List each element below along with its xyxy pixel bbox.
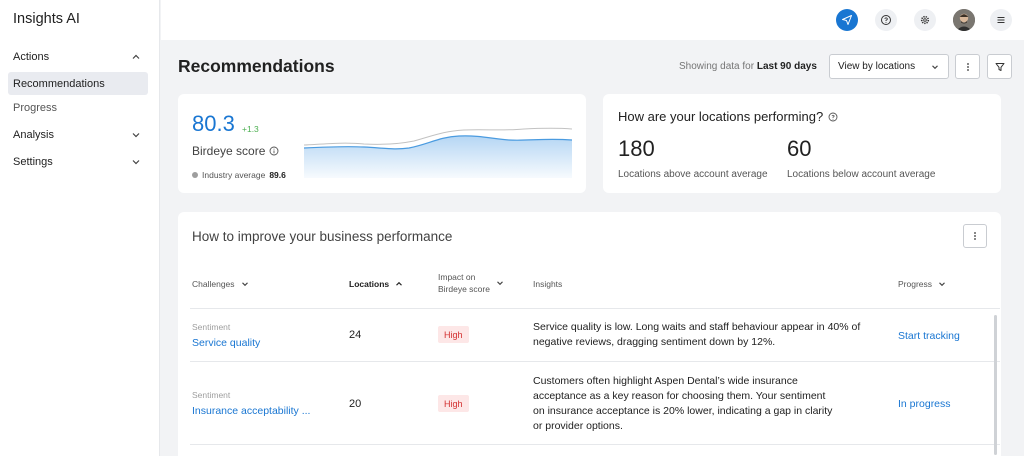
start-tracking-link[interactable]: Start tracking (898, 330, 960, 342)
column-header-progress[interactable]: Progress (898, 278, 947, 290)
table-scrollbar[interactable] (994, 315, 997, 455)
column-header-challenges[interactable]: Challenges (192, 278, 250, 290)
menu-button[interactable] (990, 9, 1012, 31)
above-average-label: Locations above account average (618, 169, 768, 180)
chevron-down-icon (132, 132, 140, 137)
filter-icon (995, 62, 1004, 71)
more-vertical-icon (966, 62, 969, 71)
top-bar (161, 0, 1024, 40)
perf-title: How are your locations performing? (618, 109, 824, 124)
showing-prefix: Showing data for (679, 61, 755, 72)
column-label-line: Birdeye score (438, 284, 490, 294)
view-by-select[interactable]: View by locations (829, 54, 949, 79)
column-label: Insights (533, 279, 563, 289)
table-more-button[interactable] (963, 224, 987, 248)
page-title: Recommendations (178, 56, 335, 76)
industry-label: Industry average (202, 170, 266, 180)
chevron-down-icon (932, 65, 938, 70)
sparkline-area (304, 135, 572, 178)
more-vertical-icon (974, 232, 976, 240)
locations-performance-card: How are your locations performing? 180 L… (603, 94, 1001, 193)
chevron-down-icon (241, 282, 248, 287)
filter-button[interactable] (987, 54, 1012, 79)
divider (190, 361, 1000, 362)
improvement-table-card: How to improve your business performance… (178, 212, 1001, 456)
row-insight: Service quality is low. Long waits and s… (533, 321, 861, 348)
challenge-link-insurance[interactable]: Insurance acceptability ... (192, 405, 310, 417)
chevron-down-icon (497, 281, 503, 286)
help-button[interactable] (875, 9, 897, 31)
chevron-up-icon (132, 54, 140, 59)
sidebar-item-actions[interactable]: Actions (8, 45, 148, 68)
column-header-impact[interactable]: Impact on Birdeye score (438, 271, 505, 295)
sidebar-item-label: Settings (13, 155, 53, 168)
score-trend-sparkline (304, 127, 572, 178)
score-label-row: Birdeye score (192, 144, 279, 158)
sidebar-item-label: Actions (13, 50, 50, 63)
user-photo-icon (953, 9, 975, 31)
divider (190, 308, 1000, 309)
send-button[interactable] (836, 9, 858, 31)
row-insight: Customers often highlight Aspen Dental’s… (533, 375, 833, 432)
score-delta: +1.3 (242, 124, 259, 134)
sidebar: Insights AI Actions Recommendations Prog… (0, 0, 160, 456)
more-options-button[interactable] (955, 54, 980, 79)
chevron-up-icon (396, 281, 403, 286)
sidebar-item-label: Recommendations (13, 77, 105, 90)
sidebar-nav: Actions Recommendations Progress Analysi… (0, 45, 160, 177)
app-title: Insights AI (13, 11, 80, 27)
above-average-count: 180 (618, 136, 655, 161)
perf-title-row: How are your locations performing? (618, 109, 838, 124)
birdeye-score-card: 80.3 +1.3 Birdeye score Industry average… (178, 94, 586, 193)
industry-value: 89.6 (269, 170, 286, 180)
below-average-label: Locations below account average (787, 169, 936, 180)
row-category: Sentiment (192, 390, 231, 400)
row-locations: 24 (349, 329, 362, 341)
sidebar-item-progress[interactable]: Progress (8, 96, 148, 119)
showing-range: Last 90 days (756, 61, 817, 72)
chevron-down-icon (939, 282, 945, 287)
column-header-insights: Insights (533, 278, 562, 290)
industry-average: Industry average 89.6 (192, 170, 286, 180)
row-category: Sentiment (192, 322, 231, 332)
impact-badge: High (438, 326, 469, 343)
menu-icon (997, 16, 1005, 24)
settings-button[interactable] (914, 9, 936, 31)
score-value: 80.3 (192, 111, 235, 136)
column-label: Challenges (192, 279, 235, 289)
challenge-link-service-quality[interactable]: Service quality (192, 337, 260, 349)
send-icon (842, 15, 852, 25)
score-label: Birdeye score (192, 144, 266, 158)
in-progress-link[interactable]: In progress (898, 398, 951, 410)
info-icon[interactable] (269, 146, 279, 156)
legend-dot (192, 172, 198, 178)
column-label: Progress (898, 279, 933, 289)
divider (190, 444, 1000, 445)
column-label: Impact on Birdeye score (438, 271, 490, 295)
column-header-locations[interactable]: Locations (349, 278, 404, 290)
column-label-line: Impact on (438, 272, 476, 282)
help-icon[interactable] (828, 112, 838, 122)
sidebar-item-label: Analysis (13, 128, 54, 141)
row-locations: 20 (349, 398, 362, 410)
avatar[interactable] (953, 9, 975, 31)
sidebar-item-label: Progress (13, 101, 58, 114)
table-title: How to improve your business performance (192, 229, 453, 244)
sidebar-item-recommendations[interactable]: Recommendations (8, 72, 148, 95)
below-average-count: 60 (787, 136, 812, 161)
impact-badge: High (438, 395, 469, 412)
gear-icon (920, 15, 930, 25)
date-range-text: Showing data for Last 90 days (679, 61, 817, 72)
help-icon (881, 15, 891, 25)
column-label: Locations (349, 279, 390, 289)
chevron-down-icon (132, 159, 140, 164)
view-by-label: View by locations (838, 61, 916, 72)
sidebar-item-analysis[interactable]: Analysis (8, 123, 148, 146)
sidebar-item-settings[interactable]: Settings (8, 150, 148, 173)
